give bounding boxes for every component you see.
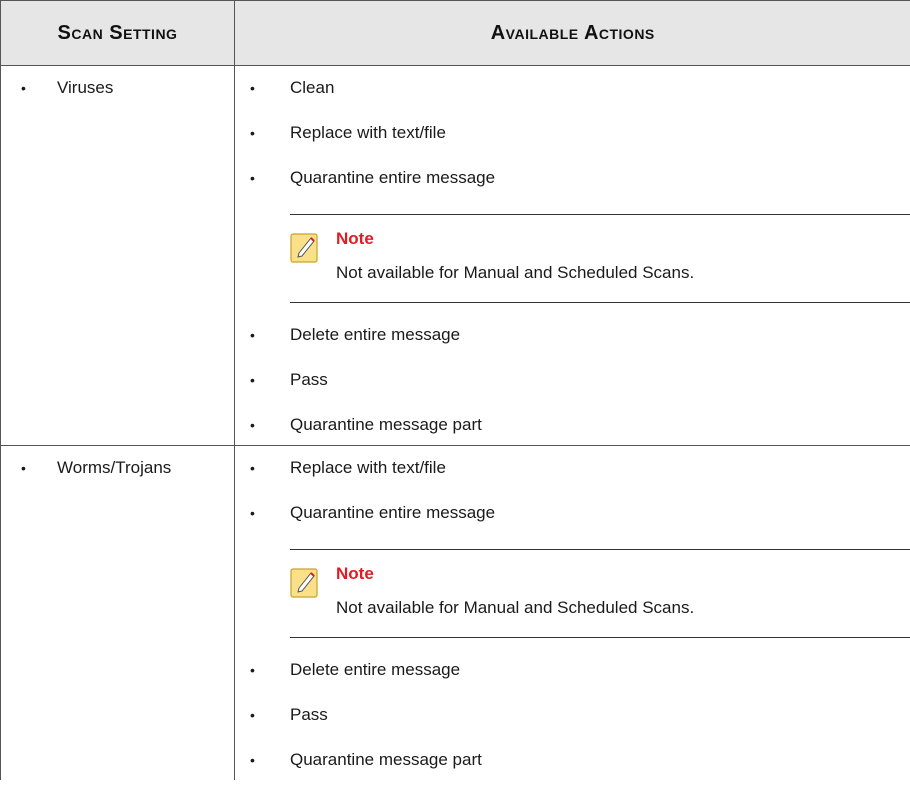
note-text: Not available for Manual and Scheduled S… bbox=[336, 263, 695, 282]
bullet-icon: • bbox=[21, 460, 26, 476]
bullet-icon: • bbox=[21, 80, 26, 96]
action-label: Quarantine message part bbox=[290, 415, 482, 434]
note-box: Note Not available for Manual and Schedu… bbox=[290, 549, 910, 638]
note-box: Note Not available for Manual and Schedu… bbox=[290, 214, 910, 303]
setting-label: Worms/Trojans bbox=[57, 458, 172, 477]
setting-cell: • Viruses bbox=[0, 65, 235, 446]
actions-list: • Clean • Replace with text/file • Quara… bbox=[235, 66, 910, 445]
bullet-icon: • bbox=[250, 460, 255, 476]
list-item: • Pass bbox=[235, 368, 910, 413]
action-label: Pass bbox=[290, 705, 328, 724]
action-label: Delete entire message bbox=[290, 325, 461, 344]
table-row: • Worms/Trojans • Replace with text/file… bbox=[0, 445, 910, 780]
setting-item: • Worms/Trojans bbox=[1, 446, 234, 480]
actions-cell: • Clean • Replace with text/file • Quara… bbox=[234, 65, 910, 446]
action-label: Quarantine message part bbox=[290, 750, 482, 769]
list-item: • Quarantine message part bbox=[235, 748, 910, 774]
list-item: • Quarantine entire message bbox=[235, 501, 910, 525]
list-item: • Clean bbox=[235, 76, 910, 121]
bullet-icon: • bbox=[250, 752, 255, 768]
note-pencil-icon bbox=[290, 568, 318, 598]
list-item: • Pass bbox=[235, 703, 910, 748]
note-title: Note bbox=[336, 229, 374, 248]
note-text: Not available for Manual and Scheduled S… bbox=[336, 598, 695, 617]
bullet-icon: • bbox=[250, 707, 255, 723]
list-item: • Replace with text/file bbox=[235, 121, 910, 166]
list-item: • Delete entire message bbox=[235, 658, 910, 703]
bullet-icon: • bbox=[250, 170, 255, 186]
actions-cell: • Replace with text/file • Quarantine en… bbox=[234, 445, 910, 780]
action-label: Quarantine entire message bbox=[290, 168, 496, 187]
action-label: Replace with text/file bbox=[290, 458, 446, 477]
actions-list: • Replace with text/file • Quarantine en… bbox=[235, 446, 910, 780]
list-item: • Quarantine message part bbox=[235, 413, 910, 439]
header-available-actions: Available Actions bbox=[234, 0, 910, 66]
bullet-icon: • bbox=[250, 417, 255, 433]
action-label: Clean bbox=[290, 78, 335, 97]
action-label: Delete entire message bbox=[290, 660, 461, 679]
action-label: Replace with text/file bbox=[290, 123, 446, 142]
scan-actions-table: Scan Setting Available Actions • Viruses… bbox=[0, 0, 910, 780]
bullet-icon: • bbox=[250, 662, 255, 678]
setting-item: • Viruses bbox=[1, 66, 234, 100]
action-label: Quarantine entire message bbox=[290, 503, 496, 522]
table-header-row: Scan Setting Available Actions bbox=[0, 0, 910, 66]
list-item: • Delete entire message bbox=[235, 323, 910, 368]
note-pencil-icon bbox=[290, 233, 318, 263]
header-scan-setting: Scan Setting bbox=[0, 0, 235, 66]
list-item: • Quarantine entire message bbox=[235, 166, 910, 190]
bullet-icon: • bbox=[250, 327, 255, 343]
bullet-icon: • bbox=[250, 125, 255, 141]
setting-cell: • Worms/Trojans bbox=[0, 445, 235, 780]
bullet-icon: • bbox=[250, 80, 255, 96]
setting-label: Viruses bbox=[57, 78, 114, 97]
bullet-icon: • bbox=[250, 505, 255, 521]
bullet-icon: • bbox=[250, 372, 255, 388]
table-row: • Viruses • Clean • Replace with text/fi… bbox=[0, 65, 910, 446]
action-label: Pass bbox=[290, 370, 328, 389]
list-item: • Replace with text/file bbox=[235, 456, 910, 501]
note-title: Note bbox=[336, 564, 374, 583]
